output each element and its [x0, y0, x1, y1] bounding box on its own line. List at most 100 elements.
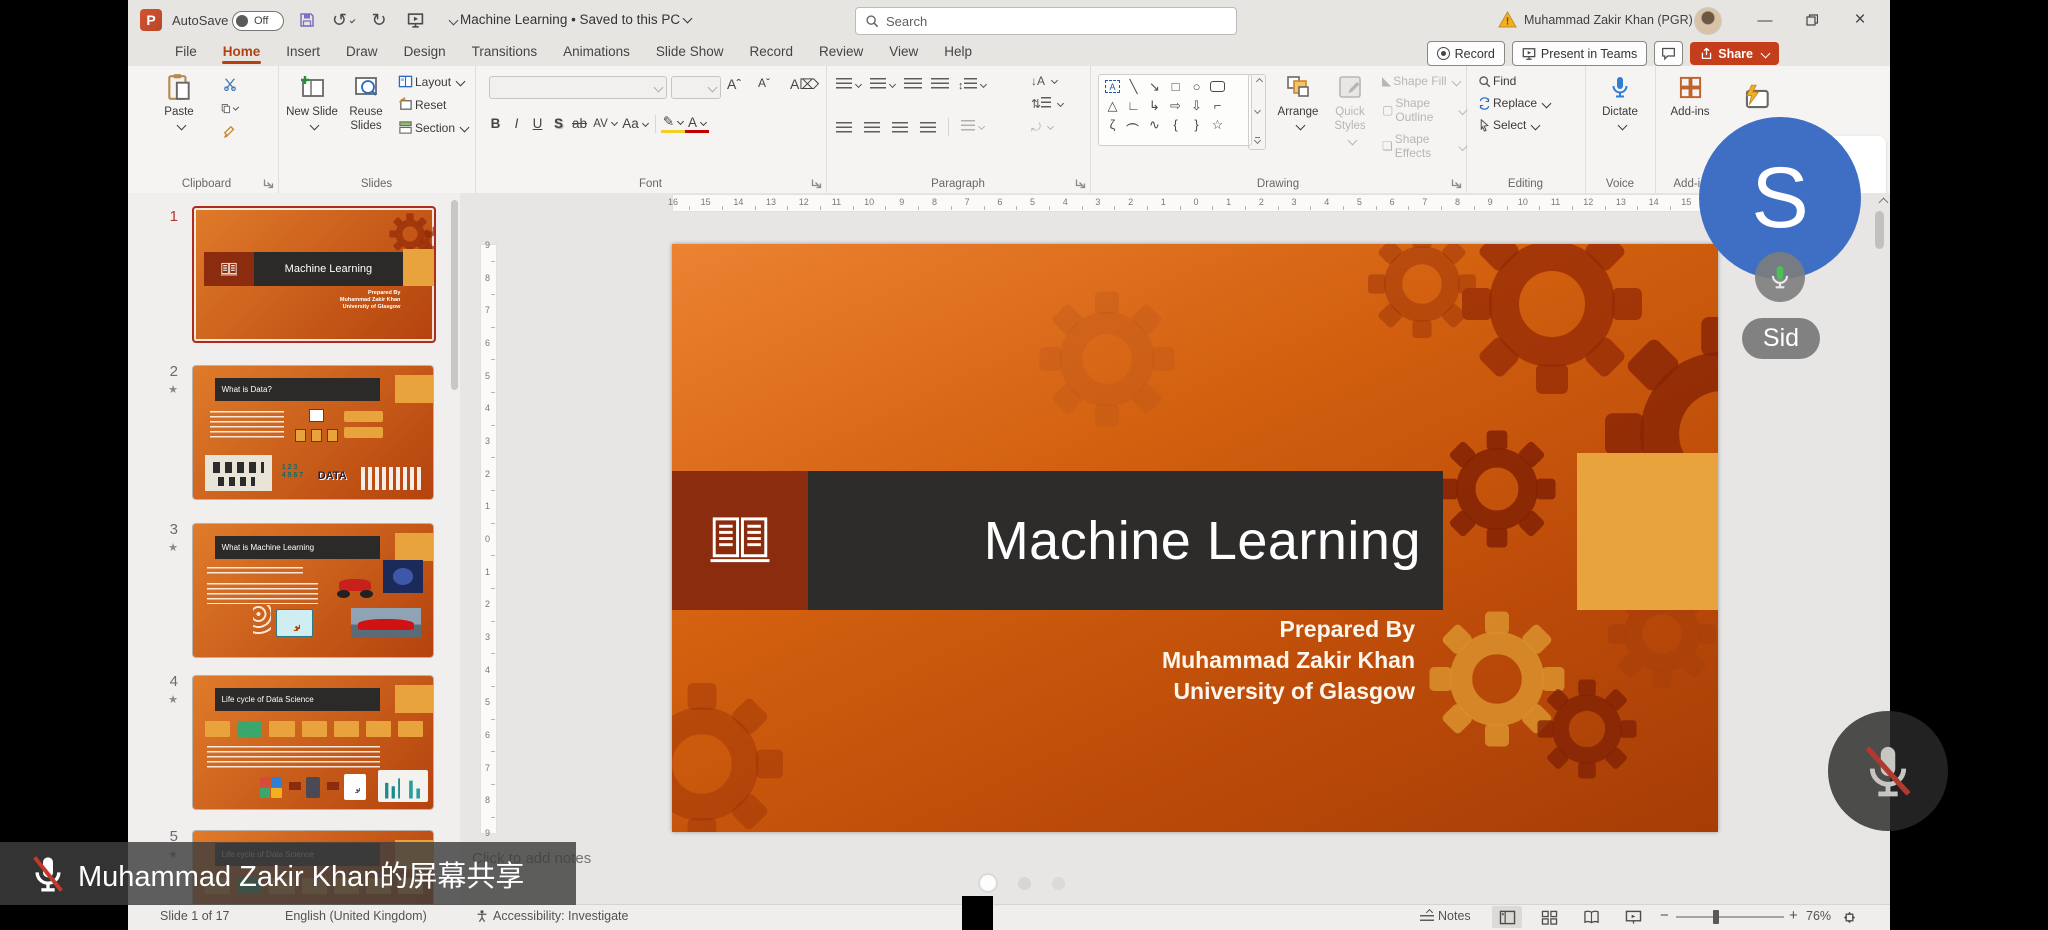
comments-button[interactable]: [1654, 41, 1683, 66]
text-highlight-button[interactable]: ✎: [661, 114, 685, 133]
designer-icon[interactable]: [1740, 84, 1770, 114]
shape-scribble-icon[interactable]: ζ: [1102, 115, 1123, 134]
dictate-button[interactable]: Dictate: [1594, 72, 1646, 129]
tab-help[interactable]: Help: [931, 40, 985, 65]
select-button[interactable]: Select: [1478, 118, 1550, 132]
arrange-button[interactable]: Arrange: [1272, 72, 1324, 129]
font-name-combobox[interactable]: [489, 76, 667, 99]
tab-file[interactable]: File: [162, 40, 210, 65]
powerpoint-app-icon[interactable]: P: [140, 9, 162, 31]
shape-star-icon[interactable]: ☆: [1207, 115, 1228, 134]
tab-design[interactable]: Design: [391, 40, 459, 65]
zoom-slider-thumb[interactable]: [1713, 910, 1719, 924]
decrease-font-size-button[interactable]: Aˇ: [758, 76, 770, 90]
shape-down-arrow-icon[interactable]: ⇩: [1186, 96, 1207, 115]
tab-record[interactable]: Record: [736, 40, 806, 65]
thumbnail-slide-3[interactable]: What is Machine Learning: [192, 523, 434, 658]
paste-button[interactable]: Paste: [153, 72, 205, 129]
addins-button[interactable]: Add-ins: [1664, 72, 1716, 119]
scrollbar-thumb[interactable]: [1875, 211, 1884, 249]
shape-textbox-icon[interactable]: A: [1102, 77, 1123, 96]
shape-arc-icon[interactable]: (: [1124, 114, 1143, 135]
search-input[interactable]: Search: [855, 7, 1237, 35]
tab-review[interactable]: Review: [806, 40, 876, 65]
thumbnail-slide-1[interactable]: Machine Learning Prepared ByMuhammad Zak…: [192, 206, 436, 343]
shape-rectangle-icon[interactable]: □: [1165, 77, 1186, 96]
slide-title-banner[interactable]: Machine Learning: [808, 471, 1443, 610]
format-painter-button[interactable]: [221, 124, 238, 139]
align-text-button[interactable]: ⇅: [1031, 97, 1063, 111]
decrease-indent-button[interactable]: [904, 76, 922, 94]
thumbnail-scrollbar[interactable]: [451, 200, 458, 390]
underline-button[interactable]: U: [527, 116, 548, 131]
normal-view-button[interactable]: [1492, 906, 1522, 928]
zoom-level[interactable]: 76%: [1806, 909, 1831, 923]
customize-qat-chevron-icon[interactable]: [440, 9, 462, 31]
drawing-dialog-launcher[interactable]: [1451, 178, 1462, 189]
mute-button[interactable]: [1828, 711, 1948, 831]
shape-rounded-rectangle-icon[interactable]: [1207, 77, 1228, 96]
document-title[interactable]: Machine Learning • Saved to this PC: [460, 12, 691, 27]
align-left-icon[interactable]: [836, 122, 852, 133]
find-button[interactable]: Find: [1478, 74, 1550, 88]
tab-draw[interactable]: Draw: [333, 40, 391, 65]
shape-gallery-scroll[interactable]: [1248, 74, 1266, 150]
numbering-button[interactable]: [870, 76, 895, 94]
zoom-out-button[interactable]: −: [1660, 907, 1669, 924]
slide-subtitle[interactable]: Prepared By Muhammad Zakir Khan Universi…: [1162, 614, 1415, 707]
clipboard-dialog-launcher[interactable]: [263, 178, 274, 189]
slide-sorter-view-button[interactable]: [1534, 906, 1564, 928]
cut-button[interactable]: [221, 76, 238, 91]
participant-name-pill[interactable]: Sid: [1742, 318, 1820, 359]
tab-slide-show[interactable]: Slide Show: [643, 40, 737, 65]
shape-triangle-icon[interactable]: △: [1102, 96, 1123, 115]
reading-view-button[interactable]: [1576, 906, 1606, 928]
zoom-in-button[interactable]: +: [1789, 907, 1798, 924]
justify-icon[interactable]: [920, 122, 936, 133]
reset-button[interactable]: Reset: [398, 97, 468, 112]
italic-button[interactable]: I: [506, 116, 527, 131]
warning-icon[interactable]: !: [1498, 11, 1517, 28]
shape-elbow-icon[interactable]: ∟: [1123, 96, 1144, 115]
character-spacing-button[interactable]: AV: [590, 118, 620, 130]
line-spacing-button[interactable]: ↕: [958, 76, 986, 94]
start-from-beginning-button[interactable]: [404, 9, 426, 31]
autosave-toggle[interactable]: Off: [232, 11, 284, 31]
shape-elbow-arrow-icon[interactable]: ↳: [1144, 96, 1165, 115]
columns-button[interactable]: [961, 118, 984, 136]
redo-button[interactable]: ↻: [368, 9, 390, 31]
account-avatar[interactable]: [1694, 7, 1722, 35]
layout-button[interactable]: Layout: [398, 74, 468, 89]
shape-fill-button[interactable]: ◣Shape Fill: [1382, 74, 1466, 88]
record-button[interactable]: Record: [1427, 41, 1505, 66]
fit-slide-button[interactable]: [1834, 906, 1864, 928]
copy-button[interactable]: [221, 100, 238, 115]
align-right-icon[interactable]: [892, 122, 908, 133]
save-button[interactable]: [296, 9, 318, 31]
increase-font-size-button[interactable]: Aˆ: [727, 76, 741, 92]
undo-button[interactable]: ↺: [332, 9, 354, 31]
notes-button[interactable]: Notes: [1420, 909, 1471, 923]
thumbnail-slide-4[interactable]: Life cycle of Data Science: [192, 675, 434, 810]
zoom-slider-track[interactable]: [1676, 916, 1784, 918]
tab-transitions[interactable]: Transitions: [459, 40, 551, 65]
v-ruler[interactable]: 9876543210123456789: [480, 244, 497, 834]
reuse-slides-button[interactable]: Reuse Slides: [340, 72, 392, 134]
shape-curve-icon[interactable]: ∿: [1144, 115, 1165, 134]
shape-outline-button[interactable]: ▢Shape Outline: [1382, 96, 1466, 124]
tab-animations[interactable]: Animations: [550, 40, 643, 65]
shape-right-brace-icon[interactable]: }: [1186, 115, 1207, 134]
shape-corner-icon[interactable]: ⌐: [1207, 96, 1228, 115]
bold-button[interactable]: B: [485, 116, 506, 131]
scroll-up-icon[interactable]: [1879, 198, 1889, 208]
language-indicator[interactable]: English (United Kingdom): [285, 909, 427, 923]
shape-right-arrow-icon[interactable]: ⇨: [1165, 96, 1186, 115]
shape-gallery[interactable]: A ╲ ↘ □ ○ △ ∟ ↳ ⇨ ⇩ ⌐: [1098, 74, 1252, 146]
replace-button[interactable]: Replace: [1478, 96, 1550, 110]
present-in-teams-button[interactable]: Present in Teams: [1512, 41, 1647, 66]
paragraph-dialog-launcher[interactable]: [1075, 178, 1086, 189]
shape-effects-button[interactable]: ❏Shape Effects: [1382, 132, 1466, 160]
change-case-button[interactable]: Aa: [620, 116, 650, 131]
text-shadow-button[interactable]: S: [548, 116, 569, 131]
font-color-button[interactable]: A: [685, 115, 709, 133]
